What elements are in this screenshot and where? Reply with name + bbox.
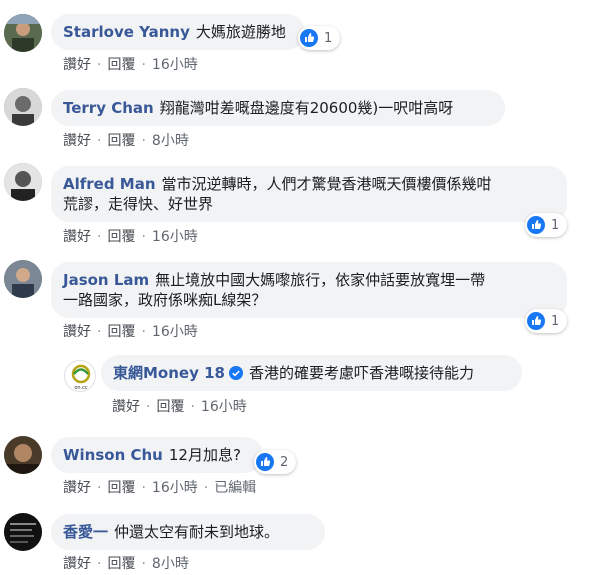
- avatar[interactable]: [4, 163, 42, 201]
- separator: ·: [190, 399, 195, 415]
- comment-actions: 讚好 · 回覆 · 16小時: [63, 228, 198, 246]
- separator: ·: [141, 480, 146, 496]
- separator: ·: [141, 324, 146, 340]
- comment-text-line1: 當市況逆轉時，人們才驚覺香港嘅天價樓價係幾咁: [161, 175, 492, 193]
- reaction-count[interactable]: 1: [525, 213, 567, 237]
- reply-avatar[interactable]: on.cc: [64, 360, 96, 392]
- comment-text: 翔龍灣咁差嘅盘邊度有20600幾)一呎咁高呀: [159, 99, 454, 117]
- verified-badge-icon: [228, 366, 243, 380]
- separator: ·: [141, 556, 146, 572]
- comment-bubble: Jason Lam 無止境放中國大媽嚟旅行，依家仲話要放寬埋一帶 一路國家，政府係…: [51, 262, 567, 318]
- like-link[interactable]: 讚好: [63, 324, 91, 340]
- like-reaction-icon: [256, 453, 274, 471]
- reply-actions: 讚好 · 回覆 · 16小時: [112, 398, 247, 416]
- like-link[interactable]: 讚好: [63, 229, 91, 245]
- reaction-number: 1: [324, 30, 333, 46]
- timestamp[interactable]: 8小時: [152, 133, 189, 149]
- comment-author[interactable]: Alfred Man: [63, 175, 156, 193]
- comment-bubble: Starlove Yanny 大媽旅遊勝地: [51, 14, 305, 50]
- comment-author[interactable]: Winson Chu: [63, 446, 163, 464]
- comment-text: 大媽旅遊勝地: [195, 23, 286, 41]
- comment-text-line2: 一路國家，政府係咪痴L線架？: [63, 291, 267, 309]
- reply-bubble: 東網Money 18 香港的確要考慮吓香港嘅接待能力: [101, 355, 522, 391]
- comment-actions: 讚好 · 回覆 · 8小時: [63, 132, 189, 150]
- avatar[interactable]: [4, 14, 42, 52]
- avatar[interactable]: [4, 436, 42, 474]
- comment-actions: 讚好 · 回覆 · 16小時: [63, 323, 198, 341]
- like-link[interactable]: 讚好: [63, 480, 91, 496]
- timestamp[interactable]: 8小時: [152, 556, 189, 572]
- reaction-number: 2: [280, 454, 289, 470]
- on-cc-logo-label: on.cc: [74, 385, 88, 391]
- like-reaction-icon: [527, 216, 545, 234]
- reaction-number: 1: [551, 313, 560, 329]
- comment-text: 仲還太空有耐未到地球。: [114, 523, 280, 541]
- like-link[interactable]: 讚好: [63, 556, 91, 572]
- reply-author[interactable]: 東網Money 18: [113, 364, 225, 382]
- separator: ·: [97, 133, 102, 149]
- comment-bubble: Terry Chan 翔龍灣咁差嘅盘邊度有20600幾)一呎咁高呀: [51, 90, 505, 126]
- separator: ·: [97, 556, 102, 572]
- comment-author[interactable]: Terry Chan: [63, 99, 154, 117]
- on-cc-logo-icon: on.cc: [66, 362, 95, 391]
- comment-actions: 讚好 · 回覆 · 16小時 · 已編輯: [63, 479, 256, 497]
- reply-link[interactable]: 回覆: [107, 57, 135, 73]
- timestamp[interactable]: 16小時: [152, 480, 198, 496]
- comment-text: 12月加息?: [168, 446, 241, 464]
- timestamp[interactable]: 16小時: [152, 57, 198, 73]
- comment-bubble: 香愛一 仲還太空有耐未到地球。: [51, 514, 325, 550]
- avatar[interactable]: [4, 88, 42, 126]
- reply-text: 香港的確要考慮吓香港嘅接待能力: [248, 364, 474, 382]
- like-link[interactable]: 讚好: [112, 399, 140, 415]
- separator: ·: [141, 229, 146, 245]
- comment-actions: 讚好 · 回覆 · 8小時: [63, 555, 189, 573]
- timestamp[interactable]: 16小時: [152, 324, 198, 340]
- reaction-count[interactable]: 2: [254, 450, 296, 474]
- reply-link[interactable]: 回覆: [107, 324, 135, 340]
- reply-link[interactable]: 回覆: [156, 399, 184, 415]
- timestamp[interactable]: 16小時: [152, 229, 198, 245]
- reaction-count[interactable]: 1: [298, 26, 340, 50]
- avatar[interactable]: [4, 513, 42, 551]
- like-link[interactable]: 讚好: [63, 133, 91, 149]
- separator: ·: [97, 324, 102, 340]
- comment-text-line1: 無止境放中國大媽嚟旅行，依家仲話要放寬埋一帶: [155, 271, 486, 289]
- separator: ·: [141, 133, 146, 149]
- separator: ·: [97, 57, 102, 73]
- edited-label[interactable]: 已編輯: [214, 480, 256, 496]
- reaction-count[interactable]: 1: [525, 309, 567, 333]
- comment-author[interactable]: Starlove Yanny: [63, 23, 190, 41]
- avatar[interactable]: [4, 260, 42, 298]
- comment-bubble: Alfred Man 當市況逆轉時，人們才驚覺香港嘅天價樓價係幾咁 荒謬，走得快、…: [51, 166, 567, 222]
- reply-link[interactable]: 回覆: [107, 133, 135, 149]
- comment-text-line2: 荒謬，走得快、好世界: [63, 195, 214, 213]
- separator: ·: [97, 480, 102, 496]
- reply-link[interactable]: 回覆: [107, 229, 135, 245]
- comment-author[interactable]: 香愛一: [63, 523, 108, 541]
- comment-bubble: Winson Chu 12月加息?: [51, 437, 263, 473]
- reply-link[interactable]: 回覆: [107, 556, 135, 572]
- reaction-number: 1: [551, 217, 560, 233]
- separator: ·: [97, 229, 102, 245]
- like-reaction-icon: [527, 312, 545, 330]
- separator: ·: [146, 399, 151, 415]
- like-reaction-icon: [300, 29, 318, 47]
- reply-link[interactable]: 回覆: [107, 480, 135, 496]
- like-link[interactable]: 讚好: [63, 57, 91, 73]
- separator: ·: [203, 480, 209, 496]
- comment-author[interactable]: Jason Lam: [63, 271, 149, 289]
- timestamp[interactable]: 16小時: [201, 399, 247, 415]
- separator: ·: [141, 57, 146, 73]
- comment-actions: 讚好 · 回覆 · 16小時: [63, 56, 198, 74]
